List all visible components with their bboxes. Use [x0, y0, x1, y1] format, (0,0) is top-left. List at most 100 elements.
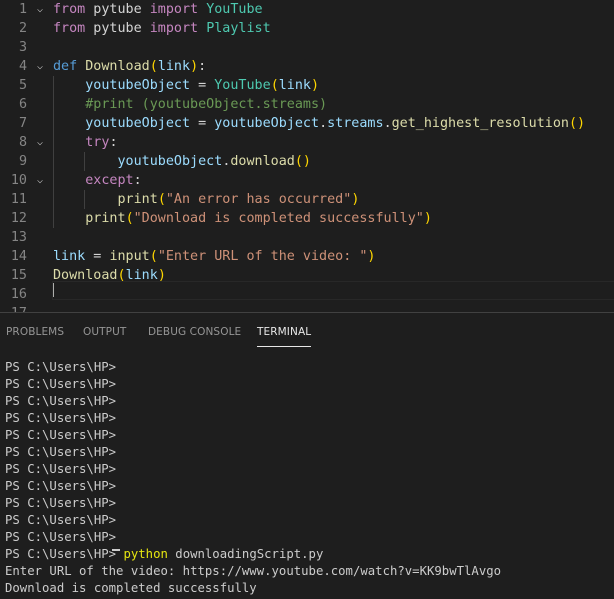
- code-line[interactable]: 8 ⌵ try:: [0, 133, 614, 152]
- code-line[interactable]: 2 from pytube import Playlist: [0, 19, 614, 38]
- terminal-prompt: PS C:\Users\HP>: [5, 513, 117, 527]
- code-text: youtubeObject = YouTube(link): [53, 76, 319, 95]
- code-token: print: [85, 211, 126, 226]
- code-token: get_highest_resolution: [391, 116, 569, 131]
- code-line[interactable]: 9 youtubeObject.download(): [0, 152, 614, 171]
- fold-chevron-icon[interactable]: ⌵: [35, 57, 45, 76]
- fold-chevron-icon[interactable]: ⌵: [35, 0, 45, 19]
- code-token: "Enter URL of the video: ": [157, 249, 368, 264]
- code-text: Download(link): [53, 266, 166, 285]
- terminal-prompt: Download is completed successfully: [5, 581, 257, 595]
- terminal-command: python: [123, 547, 168, 561]
- terminal-line: PS C:\Users\HP>: [5, 529, 610, 546]
- tab-output[interactable]: OUTPUT: [83, 313, 126, 348]
- terminal-line: Enter URL of the video: https://www.yout…: [5, 563, 610, 580]
- terminal-prompt: PS C:\Users\HP>: [5, 360, 117, 374]
- code-token: (: [117, 268, 126, 283]
- tab-debug-console[interactable]: DEBUG CONSOLE: [148, 313, 241, 348]
- line-number: 7: [18, 116, 27, 131]
- code-token: .: [319, 116, 328, 131]
- code-token: YouTube: [206, 2, 263, 17]
- code-token: try: [85, 135, 110, 150]
- terminal-line: PS C:\Users\HP>: [5, 444, 610, 461]
- code-line[interactable]: 11 print("An error has occurred"): [0, 190, 614, 209]
- code-token: "An error has occurred": [165, 192, 352, 207]
- line-number: 11: [10, 192, 27, 207]
- code-token: from: [53, 2, 86, 17]
- fold-chevron-icon[interactable]: ⌵: [35, 171, 45, 190]
- terminal-prompt: PS C:\Users\HP>: [5, 394, 117, 408]
- terminal-line: PS C:\Users\HP>: [5, 478, 610, 495]
- code-token: :: [198, 59, 207, 74]
- code-text: #print (youtubeObject.streams): [53, 95, 327, 114]
- terminal-line: PS C:\Users\HP>: [5, 495, 610, 512]
- code-text: youtubeObject = youtubeObject.streams.ge…: [53, 114, 585, 133]
- code-token: youtubeObject: [85, 78, 191, 93]
- code-text: print("Download is completed successfull…: [53, 209, 432, 228]
- code-text: from pytube import YouTube: [53, 0, 263, 19]
- code-line[interactable]: 10 ⌵ except:: [0, 171, 614, 190]
- code-text: youtubeObject.download(): [53, 152, 312, 171]
- code-text: try:: [53, 133, 117, 152]
- code-token: ): [311, 78, 320, 93]
- code-line[interactable]: 13: [0, 228, 614, 247]
- bottom-panel: PROBLEMS OUTPUT DEBUG CONSOLE TERMINAL P…: [0, 312, 614, 599]
- line-number: 9: [18, 154, 27, 169]
- code-token: download: [230, 154, 295, 169]
- code-token: =: [190, 116, 215, 131]
- code-token: (: [149, 59, 158, 74]
- code-line[interactable]: 14 link = input("Enter URL of the video: …: [0, 247, 614, 266]
- tab-problems[interactable]: PROBLEMS: [6, 313, 64, 348]
- code-token: youtubeObject: [214, 116, 320, 131]
- code-line[interactable]: 3: [0, 38, 614, 57]
- code-token: def: [53, 59, 78, 74]
- line-number: 6: [18, 97, 27, 112]
- code-token: link: [53, 249, 86, 264]
- code-line[interactable]: 15 Download(link): [0, 266, 614, 285]
- code-token: ): [190, 59, 199, 74]
- terminal-prompt: PS C:\Users\HP>: [5, 411, 117, 425]
- code-token: #print (youtubeObject.streams): [85, 97, 328, 112]
- code-token: from: [53, 21, 86, 36]
- code-token: (): [569, 116, 586, 131]
- code-line[interactable]: 16: [0, 285, 614, 304]
- code-token: youtubeObject: [117, 154, 223, 169]
- code-text: print("An error has occurred"): [53, 190, 360, 209]
- terminal-prompt: Enter URL of the video: https://www.yout…: [5, 564, 502, 578]
- code-token: link: [125, 268, 158, 283]
- code-line[interactable]: 1 ⌵ from pytube import YouTube: [0, 0, 614, 19]
- terminal-prompt: PS C:\Users\HP>: [5, 377, 117, 391]
- code-line[interactable]: 7 youtubeObject = youtubeObject.streams.…: [0, 114, 614, 133]
- fold-chevron-icon[interactable]: ⌵: [35, 133, 45, 152]
- code-token: print: [117, 192, 158, 207]
- code-line[interactable]: 4 ⌵ def Download(link):: [0, 57, 614, 76]
- code-token: .: [383, 116, 392, 131]
- code-line[interactable]: 6 #print (youtubeObject.streams): [0, 95, 614, 114]
- terminal-prompt: PS C:\Users\HP>: [5, 530, 117, 544]
- code-editor[interactable]: 1 ⌵ from pytube import YouTube 2 from pytube…: [0, 0, 614, 312]
- terminal-line: Download is completed successfully: [5, 580, 610, 597]
- terminal-cursor: [112, 549, 120, 551]
- code-line[interactable]: 5 youtubeObject = YouTube(link): [0, 76, 614, 95]
- code-token: link: [157, 59, 191, 74]
- terminal-line: PS C:\Users\HP>: [5, 461, 610, 478]
- code-line[interactable]: 12 print("Download is completed successf…: [0, 209, 614, 228]
- terminal-prompt: PS C:\Users\HP>: [5, 547, 117, 561]
- code-token: pytube: [85, 21, 150, 36]
- code-text: except:: [53, 171, 141, 190]
- terminal-line: PS C:\Users\HP>: [5, 410, 610, 427]
- code-token: ): [157, 268, 166, 283]
- code-token: Download: [53, 268, 118, 283]
- terminal-output[interactable]: PS C:\Users\HP> PS C:\Users\HP> PS C:\User…: [5, 359, 610, 597]
- line-number: 14: [10, 249, 27, 264]
- tab-terminal[interactable]: TERMINAL: [257, 313, 312, 348]
- terminal-prompt: PS C:\Users\HP>: [5, 428, 117, 442]
- code-token: import: [149, 21, 199, 36]
- code-line[interactable]: 17: [0, 304, 614, 312]
